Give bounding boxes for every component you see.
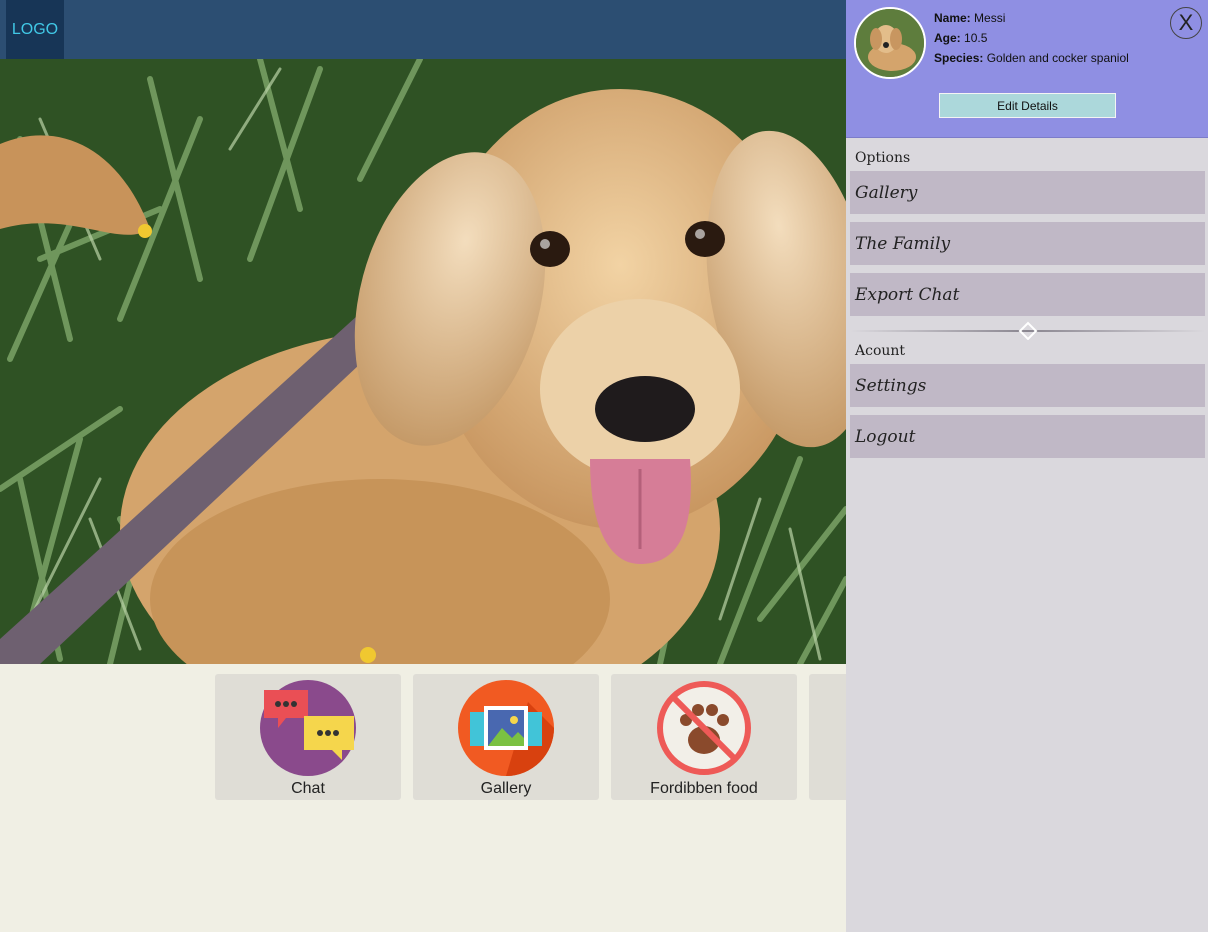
- ornamental-divider: [850, 321, 1205, 340]
- pet-avatar[interactable]: [854, 7, 926, 79]
- forbidden-food-tile-label: Fordibben food: [650, 780, 758, 797]
- top-bar: LOGO: [0, 0, 846, 59]
- forbidden-food-icon: [657, 681, 751, 775]
- pet-profile-header: Name: Messi Age: 10.5 Species: Golden an…: [846, 0, 1208, 138]
- logo[interactable]: LOGO: [6, 0, 64, 59]
- species-label: Species:: [934, 51, 984, 65]
- gallery-tile[interactable]: Gallery: [413, 674, 599, 800]
- feature-tiles: Chat Gallery Fordibben food: [0, 664, 846, 932]
- pet-info: Name: Messi Age: 10.5 Species: Golden an…: [934, 8, 1129, 68]
- options-section-title: Options: [855, 150, 911, 166]
- edit-details-button[interactable]: Edit Details: [939, 93, 1116, 118]
- pet-name: Messi: [974, 11, 1006, 25]
- partial-tile[interactable]: [809, 674, 846, 800]
- pet-age: 10.5: [964, 31, 988, 45]
- name-label: Name:: [934, 11, 971, 25]
- chat-tile-label: Chat: [291, 780, 325, 797]
- menu-item-the-family[interactable]: The Family: [850, 222, 1205, 265]
- side-panel: Name: Messi Age: 10.5 Species: Golden an…: [846, 0, 1208, 932]
- gallery-tile-label: Gallery: [480, 780, 532, 797]
- age-label: Age:: [934, 31, 961, 45]
- gallery-icon: [458, 680, 554, 776]
- menu-item-export-chat[interactable]: Export Chat: [850, 273, 1205, 316]
- chat-icon: [260, 680, 356, 776]
- menu-item-logout[interactable]: Logout: [850, 415, 1205, 458]
- menu-item-settings[interactable]: Settings: [850, 364, 1205, 407]
- hero-dog-photo: [0, 59, 846, 664]
- pet-species: Golden and cocker spaniol: [986, 51, 1129, 65]
- menu-item-gallery[interactable]: Gallery: [850, 171, 1205, 214]
- close-button[interactable]: X: [1170, 7, 1202, 39]
- chat-tile[interactable]: Chat: [215, 674, 401, 800]
- account-section-title: Acount: [855, 343, 906, 359]
- forbidden-food-tile[interactable]: Fordibben food: [611, 674, 797, 800]
